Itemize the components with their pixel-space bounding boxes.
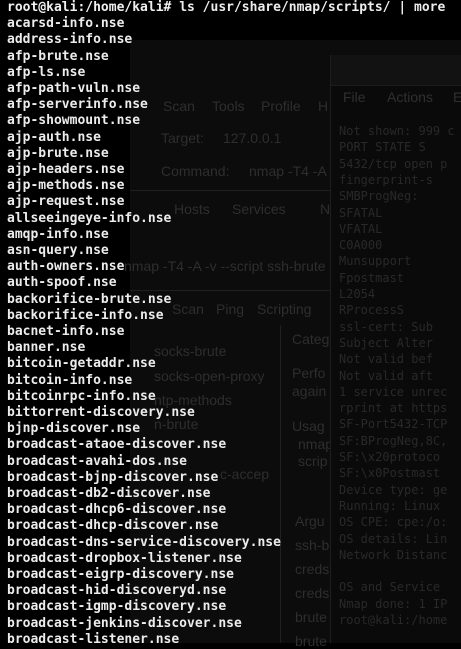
file-list-item: broadcast-igmp-discovery.nse <box>7 599 227 615</box>
file-list-item: address-info.nse <box>7 32 133 48</box>
file-list-item: banner.nse <box>7 340 86 356</box>
file-list-item: auth-spoof.nse <box>7 275 117 291</box>
file-list-item: afp-showmount.nse <box>7 113 141 129</box>
file-list-item: broadcast-listener.nse <box>7 631 180 647</box>
file-list-item: afp-ls.nse <box>7 64 86 80</box>
file-list-item: broadcast-db2-discover.nse <box>7 486 211 501</box>
file-list-item: ajp-auth.nse <box>7 129 101 145</box>
file-list-item: afp-serverinfo.nse <box>7 97 148 113</box>
file-list-item: bittorrent-discovery.nse <box>7 405 195 420</box>
file-list-item: backorifice-brute.nse <box>7 291 172 307</box>
file-list-item: afp-path-vuln.nse <box>7 81 141 96</box>
file-list-item: broadcast-hid-discoveryd.nse <box>7 583 227 599</box>
file-list-item: broadcast-avahi-dos.nse <box>7 453 188 469</box>
terminal[interactable]: root@kali:/home/kali# ls /usr/share/nmap… <box>0 0 461 647</box>
file-list-item: broadcast-jenkins-discover.nse <box>7 615 242 631</box>
file-list-item: ajp-brute.nse <box>7 145 109 161</box>
file-list-item: allseeingeye-info.nse <box>7 210 172 226</box>
file-list-item: acarsd-info.nse <box>7 16 125 32</box>
file-list-item: ajp-request.nse <box>7 194 125 210</box>
file-list-item: broadcast-dropbox-listener.nse <box>7 550 242 566</box>
file-list-item: amqp-info.nse <box>7 226 109 242</box>
terminal-command: ls /usr/share/nmap/scripts/ | more <box>179 0 446 15</box>
file-list-item: backorifice-info.nse <box>7 307 164 323</box>
file-list-item: broadcast-bjnp-discover.nse <box>7 469 219 485</box>
file-list-item: ajp-methods.nse <box>7 178 125 194</box>
file-list-item: asn-query.nse <box>7 243 109 258</box>
file-list-item: broadcast-dhcp-discover.nse <box>7 518 219 534</box>
file-list-item: auth-owners.nse <box>7 259 125 275</box>
file-list-item: afp-brute.nse <box>7 48 109 64</box>
terminal-prompt: root@kali:/home/kali# <box>7 0 180 15</box>
file-list-item: bacnet-info.nse <box>7 324 125 339</box>
file-list-item: broadcast-ataoe-discover.nse <box>7 437 227 453</box>
file-list-item: bitcoin-getaddr.nse <box>7 356 156 372</box>
file-list-item: broadcast-dhcp6-discover.nse <box>7 502 227 518</box>
file-list-item: bitcoinrpc-info.nse <box>7 388 156 404</box>
file-list-item: bitcoin-info.nse <box>7 372 133 388</box>
file-list-item: broadcast-dns-service-discovery.nse <box>7 534 281 550</box>
terminal-command-line: root@kali:/home/kali# ls /usr/share/nmap… <box>7 0 445 16</box>
file-list-item: ajp-headers.nse <box>7 162 125 177</box>
file-list-item: broadcast-eigrp-discovery.nse <box>7 567 234 582</box>
file-list-item: bjnp-discover.nse <box>7 421 141 437</box>
